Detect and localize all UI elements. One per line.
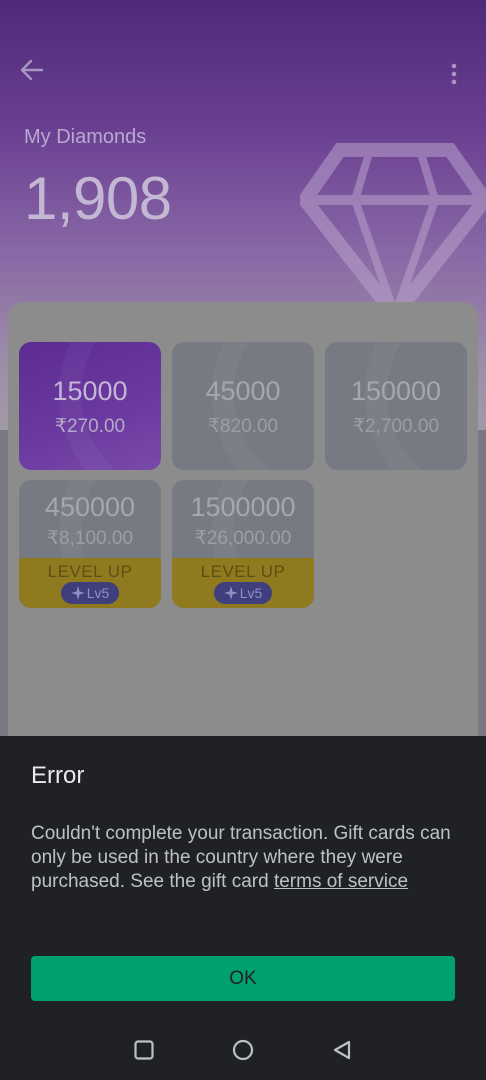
package-card-45000[interactable]: 45000 ₹820.00 [172,342,314,470]
more-vertical-icon [451,63,457,85]
nav-back-button[interactable] [328,1036,356,1064]
terms-of-service-link[interactable]: terms of service [274,871,408,892]
level-up-band: LEVEL UP Lv5 [19,558,161,608]
recents-button[interactable] [130,1036,158,1064]
error-dialog: Error Couldn't complete your transaction… [0,736,486,1020]
dialog-message: Couldn't complete your transaction. Gift… [31,822,461,894]
package-amount: 15000 [52,376,128,406]
sparkle-icon [223,586,238,600]
balance-label: My Diamonds [24,126,147,148]
diamond-balance: 1,908 [24,165,172,232]
square-icon [134,1040,154,1060]
package-price: ₹270.00 [54,416,126,437]
level-up-label: LEVEL UP [47,562,133,581]
ok-button[interactable]: OK [31,956,455,1001]
home-button[interactable] [229,1036,257,1064]
back-button[interactable] [14,54,50,86]
more-options-button[interactable] [440,58,468,90]
triangle-back-icon [333,1040,351,1060]
dialog-title: Error [31,762,85,789]
level-badge: Lv5 [214,582,272,604]
sparkle-icon [70,586,85,600]
package-card-1500000[interactable]: 1500000 ₹26,000.00 LEVEL UP Lv5 [172,480,314,608]
diamond-decoration-icon [300,143,486,320]
packages-panel: 15000 ₹270.00 45000 ₹820.00 150000 ₹2,70… [8,302,478,752]
package-card-450000[interactable]: 450000 ₹8,100.00 LEVEL UP Lv5 [19,480,161,608]
package-amount: 450000 [44,492,136,522]
package-amount: 45000 [205,376,281,406]
package-price: ₹820.00 [207,416,279,437]
package-price: ₹8,100.00 [46,528,134,549]
circle-icon [232,1039,254,1061]
package-price: ₹26,000.00 [194,528,292,549]
system-navigation-bar [0,1020,486,1080]
package-card-150000[interactable]: 150000 ₹2,700.00 [325,342,467,470]
package-price: ₹2,700.00 [352,416,440,437]
level-badge: Lv5 [61,582,119,604]
app-screen: My Diamonds 1,908 15000 ₹270.00 45000 ₹8… [0,0,486,1080]
level-up-label: LEVEL UP [200,562,286,581]
package-amount: 150000 [350,376,442,406]
arrow-left-icon [20,59,44,81]
level-up-band: LEVEL UP Lv5 [172,558,314,608]
package-amount: 1500000 [190,492,296,522]
level-badge-label: Lv5 [239,585,263,601]
package-card-15000[interactable]: 15000 ₹270.00 [19,342,161,470]
level-badge-label: Lv5 [86,585,110,601]
